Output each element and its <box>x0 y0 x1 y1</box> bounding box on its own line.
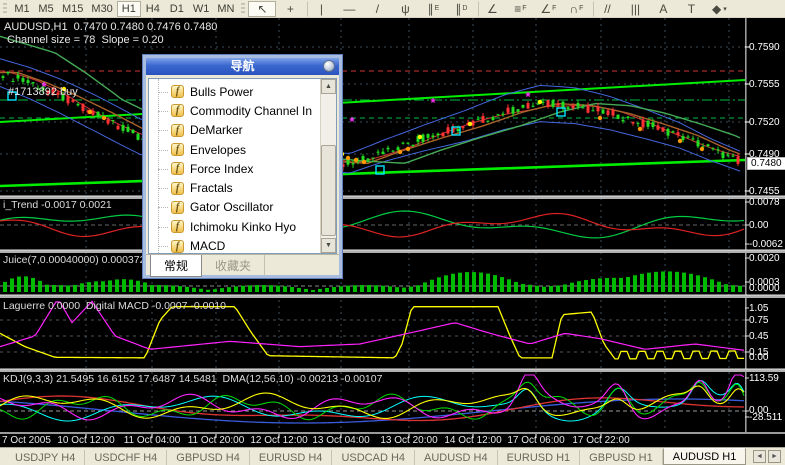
indicator-f-icon: f <box>171 162 184 175</box>
indicator-f-icon: f <box>171 220 184 233</box>
fibo-fan-icon[interactable]: ∠F <box>534 1 562 17</box>
text-icon[interactable]: A <box>649 1 677 17</box>
navigator-item-label: Force Index <box>190 162 253 176</box>
navigator-item[interactable]: f Force Index <box>149 159 336 178</box>
timeframe-m15[interactable]: M15 <box>58 1 87 17</box>
navigator-item[interactable]: f Bulls Power <box>149 82 336 101</box>
toolbar-grip-2[interactable] <box>241 3 245 15</box>
fibo-retracement-icon[interactable]: ≡F <box>506 1 534 17</box>
chart-tab-gbpusd-h1[interactable]: GBPUSD H1 <box>580 450 663 465</box>
indicator-f-icon: f <box>171 124 184 137</box>
chart-tab-eurusd-h1[interactable]: EURUSD H1 <box>498 450 581 465</box>
equidistant-channel-icon[interactable]: ∥E <box>419 1 447 17</box>
cycle-lines-icon[interactable]: ||| <box>621 1 649 17</box>
text-label-icon[interactable]: T <box>677 1 705 17</box>
timeframe-d1[interactable]: D1 <box>165 1 189 17</box>
navigator-item-label: Envelopes <box>190 143 246 157</box>
top-toolbar: M1M5M15M30H1H4D1W1MN ↖+|—/ψ∥E∥D∠≡F∠F∩F//… <box>0 0 785 18</box>
chart-tab-gbpusd-h4[interactable]: GBPUSD H4 <box>167 450 250 465</box>
chart-tab-eurusd-h4[interactable]: EURUSD H4 <box>250 450 333 465</box>
timeframe-h4[interactable]: H4 <box>141 1 165 17</box>
chart-tab-usdchf-h4[interactable]: USDCHF H4 <box>85 450 167 465</box>
chart-tab-usdjpy-h4[interactable]: USDJPY H4 <box>6 450 85 465</box>
drawing-toolbar: ↖+|—/ψ∥E∥D∠≡F∠F∩F//|||AT◆▾ <box>248 0 733 18</box>
navigator-titlebar[interactable]: 导航 <box>146 58 339 75</box>
navigator-list: f Bulls Power f Commodity Channel In f DeMark… <box>148 78 337 254</box>
navigator-item-label: Ichimoku Kinko Hyo <box>190 220 296 234</box>
timeframe-toolbar: M1M5M15M30H1H4D1W1MN <box>10 0 238 18</box>
crosshair-icon[interactable]: + <box>276 1 304 17</box>
navigator-item[interactable]: f Fractals <box>149 178 336 197</box>
chart-tabs: USDJPY H4USDCHF H4GBPUSD H4EURUSD H4USDC… <box>0 448 746 465</box>
scroll-thumb[interactable] <box>321 145 336 235</box>
scroll-up-icon[interactable]: ▲ <box>321 79 336 94</box>
fibo-arcs-icon[interactable]: ∩F <box>562 1 590 17</box>
arrow-tools-icon[interactable]: ◆▾ <box>705 1 733 17</box>
andrews-pitchfork-icon[interactable]: ψ <box>391 1 419 17</box>
vertical-line-icon[interactable]: | <box>307 1 335 17</box>
navigator-tab-common[interactable]: 常规 <box>150 255 202 277</box>
stddev-channel-icon[interactable]: ∥D <box>447 1 475 17</box>
navigator-item-label: Gator Oscillator <box>190 200 273 214</box>
chart-canvas[interactable]: **** <box>0 18 785 447</box>
gann-fan-icon[interactable]: ∠ <box>478 1 506 17</box>
indicator-f-icon: f <box>171 143 184 156</box>
cursor-icon[interactable]: ↖ <box>248 1 276 17</box>
tab-scroll-left-icon[interactable]: ◄ <box>753 450 766 463</box>
scroll-down-icon[interactable]: ▼ <box>321 238 336 253</box>
horizontal-line-icon[interactable]: — <box>335 1 363 17</box>
navigator-item-label: Commodity Channel In <box>190 104 312 118</box>
indicator-f-icon: f <box>171 201 184 214</box>
navigator-item-label: MACD <box>190 239 225 253</box>
indicator-f-icon: f <box>171 104 184 117</box>
tab-scroll-right-icon[interactable]: ► <box>768 450 781 463</box>
navigator-item-label: DeMarker <box>190 123 243 137</box>
navigator-tab-favorites[interactable]: 收藏夹 <box>202 255 265 276</box>
navigator-item[interactable]: f MACD <box>149 236 336 254</box>
tab-scrollers: ◄ ► <box>753 450 785 465</box>
navigator-item-label: Fractals <box>190 181 233 195</box>
navigator-item[interactable]: f Gator Oscillator <box>149 198 336 217</box>
navigator-title: 导航 <box>230 59 254 73</box>
chart-tab-audusd-h4[interactable]: AUDUSD H4 <box>415 450 498 465</box>
toolbar-grip[interactable] <box>3 3 7 15</box>
navigator-item[interactable]: f Commodity Channel In <box>149 101 336 120</box>
timeframe-m1[interactable]: M1 <box>10 1 34 17</box>
chart-tab-usdcad-h4[interactable]: USDCAD H4 <box>332 450 415 465</box>
chart-tabs-bar: USDJPY H4USDCHF H4GBPUSD H4EURUSD H4USDC… <box>0 447 785 465</box>
navigator-close-ball-icon[interactable] <box>323 60 335 72</box>
navigator-scrollbar[interactable]: ▲ ▼ <box>320 79 336 253</box>
gann-grid-icon[interactable]: // <box>593 1 621 17</box>
navigator-item[interactable]: f DeMarker <box>149 121 336 140</box>
timeframe-h1[interactable]: H1 <box>117 1 141 17</box>
timeframe-m30[interactable]: M30 <box>87 1 116 17</box>
navigator-item-label: Bulls Power <box>190 85 253 99</box>
navigator-window: 导航 f Bulls Power f Commodity Channel In f DeM… <box>143 55 342 278</box>
chart-tab-audusd-h1[interactable]: AUDUSD H1 <box>663 448 747 465</box>
indicator-f-icon: f <box>171 85 184 98</box>
navigator-item[interactable]: f Envelopes <box>149 140 336 159</box>
timeframe-mn[interactable]: MN <box>213 1 238 17</box>
navigator-item[interactable]: f Ichimoku Kinko Hyo <box>149 217 336 236</box>
indicator-f-icon: f <box>171 240 184 253</box>
navigator-tabs: 常规收藏夹 <box>146 254 339 275</box>
mt4-terminal: M1M5M15M30H1H4D1W1MN ↖+|—/ψ∥E∥D∠≡F∠F∩F//… <box>0 0 785 465</box>
trendline-icon[interactable]: / <box>363 1 391 17</box>
timeframe-w1[interactable]: W1 <box>189 1 214 17</box>
chart-area[interactable]: **** AUDUSD,H1 0.7470 0.7480 0.7476 0.74… <box>0 18 785 447</box>
indicator-f-icon: f <box>171 182 184 195</box>
timeframe-m5[interactable]: M5 <box>34 1 58 17</box>
